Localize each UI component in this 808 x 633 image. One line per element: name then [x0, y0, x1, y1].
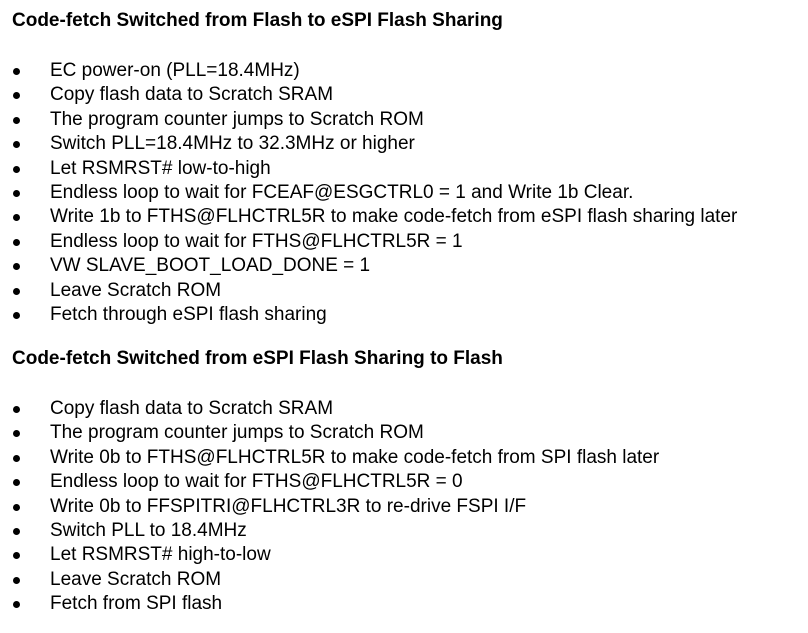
bullet-icon	[13, 503, 20, 511]
section-heading: Code-fetch Switched from Flash to eSPI F…	[12, 10, 503, 31]
bullet-icon	[13, 552, 20, 560]
list-item: Copy flash data to Scratch SRAM	[0, 397, 808, 421]
section-heading: Code-fetch Switched from eSPI Flash Shar…	[12, 348, 503, 369]
list-item: Endless loop to wait for FTHS@FLHCTRL5R …	[0, 230, 808, 254]
list-item-text: Fetch from SPI flash	[50, 593, 223, 615]
list-item: Leave Scratch ROM	[0, 279, 808, 303]
list-item-text: Leave Scratch ROM	[50, 279, 222, 301]
list-item: Write 1b to FTHS@FLHCTRL5R to make code-…	[0, 205, 808, 229]
list-item-text: Switch PLL=18.4MHz to 32.3MHz or higher	[50, 133, 415, 155]
bullet-icon	[13, 527, 20, 535]
bullet-icon	[13, 165, 20, 173]
list-item-text: Let RSMRST# low-to-high	[50, 157, 271, 179]
list-item: Leave Scratch ROM	[0, 568, 808, 592]
list-item-text: Endless loop to wait for FTHS@FLHCTRL5R …	[50, 471, 463, 493]
bullet-icon	[13, 576, 20, 584]
list-item: VW SLAVE_BOOT_LOAD_DONE = 1	[0, 254, 808, 278]
bullet-icon	[13, 263, 20, 271]
bullet-icon	[13, 238, 20, 246]
list-item-text: Copy flash data to Scratch SRAM	[50, 84, 334, 106]
list-item: Fetch from SPI flash	[0, 592, 808, 616]
section-espi-to-flash: Code-fetch Switched from eSPI Flash Shar…	[0, 347, 808, 617]
bullet-list: EC power-on (PLL=18.4MHz) Copy flash dat…	[0, 59, 808, 327]
list-item: EC power-on (PLL=18.4MHz)	[0, 59, 808, 83]
list-item-text: Fetch through eSPI flash sharing	[50, 303, 327, 325]
list-item: Let RSMRST# high-to-low	[0, 543, 808, 567]
bullet-icon	[13, 430, 20, 438]
list-item: Copy flash data to Scratch SRAM	[0, 83, 808, 107]
bullet-icon	[13, 454, 20, 462]
list-item: Write 0b to FFSPITRI@FLHCTRL3R to re-dri…	[0, 495, 808, 519]
bullet-icon	[13, 601, 20, 609]
bullet-list: Copy flash data to Scratch SRAM The prog…	[0, 397, 808, 617]
list-item-text: Let RSMRST# high-to-low	[50, 544, 271, 566]
list-item-text: Copy flash data to Scratch SRAM	[50, 398, 334, 419]
bullet-icon	[13, 141, 20, 149]
list-item-text: EC power-on (PLL=18.4MHz)	[50, 60, 300, 81]
bullet-icon	[13, 189, 20, 197]
list-item: The program counter jumps to Scratch ROM	[0, 421, 808, 445]
list-item-text: Leave Scratch ROM	[50, 568, 222, 590]
list-item-text: Write 0b to FTHS@FLHCTRL5R to make code-…	[50, 446, 660, 468]
list-item-text: Endless loop to wait for FTHS@FLHCTRL5R …	[50, 230, 463, 252]
list-item: Fetch through eSPI flash sharing	[0, 303, 808, 327]
list-item-text: Endless loop to wait for FCEAF@ESGCTRL0 …	[50, 181, 634, 203]
list-item-text: The program counter jumps to Scratch ROM	[50, 422, 424, 444]
list-item-text: VW SLAVE_BOOT_LOAD_DONE = 1	[50, 255, 371, 277]
list-item: The program counter jumps to Scratch ROM	[0, 108, 808, 132]
list-item: Endless loop to wait for FCEAF@ESGCTRL0 …	[0, 181, 808, 205]
list-item: Write 0b to FTHS@FLHCTRL5R to make code-…	[0, 446, 808, 470]
bullet-icon	[13, 406, 20, 413]
list-item-text: Write 0b to FFSPITRI@FLHCTRL3R to re-dri…	[50, 495, 527, 517]
bullet-icon	[13, 92, 20, 100]
bullet-icon	[13, 68, 20, 75]
section-flash-to-espi: Code-fetch Switched from Flash to eSPI F…	[0, 9, 808, 327]
list-item-text: Switch PLL to 18.4MHz	[50, 519, 247, 541]
list-item-text: The program counter jumps to Scratch ROM	[50, 108, 424, 130]
bullet-icon	[13, 479, 20, 487]
bullet-icon	[13, 311, 20, 319]
list-item: Switch PLL to 18.4MHz	[0, 519, 808, 543]
bullet-icon	[13, 287, 20, 295]
bullet-icon	[13, 116, 20, 124]
list-item: Endless loop to wait for FTHS@FLHCTRL5R …	[0, 470, 808, 494]
bullet-icon	[13, 214, 20, 222]
list-item-text: Write 1b to FTHS@FLHCTRL5R to make code-…	[50, 206, 738, 228]
list-item: Switch PLL=18.4MHz to 32.3MHz or higher	[0, 132, 808, 156]
list-item: Let RSMRST# low-to-high	[0, 157, 808, 181]
